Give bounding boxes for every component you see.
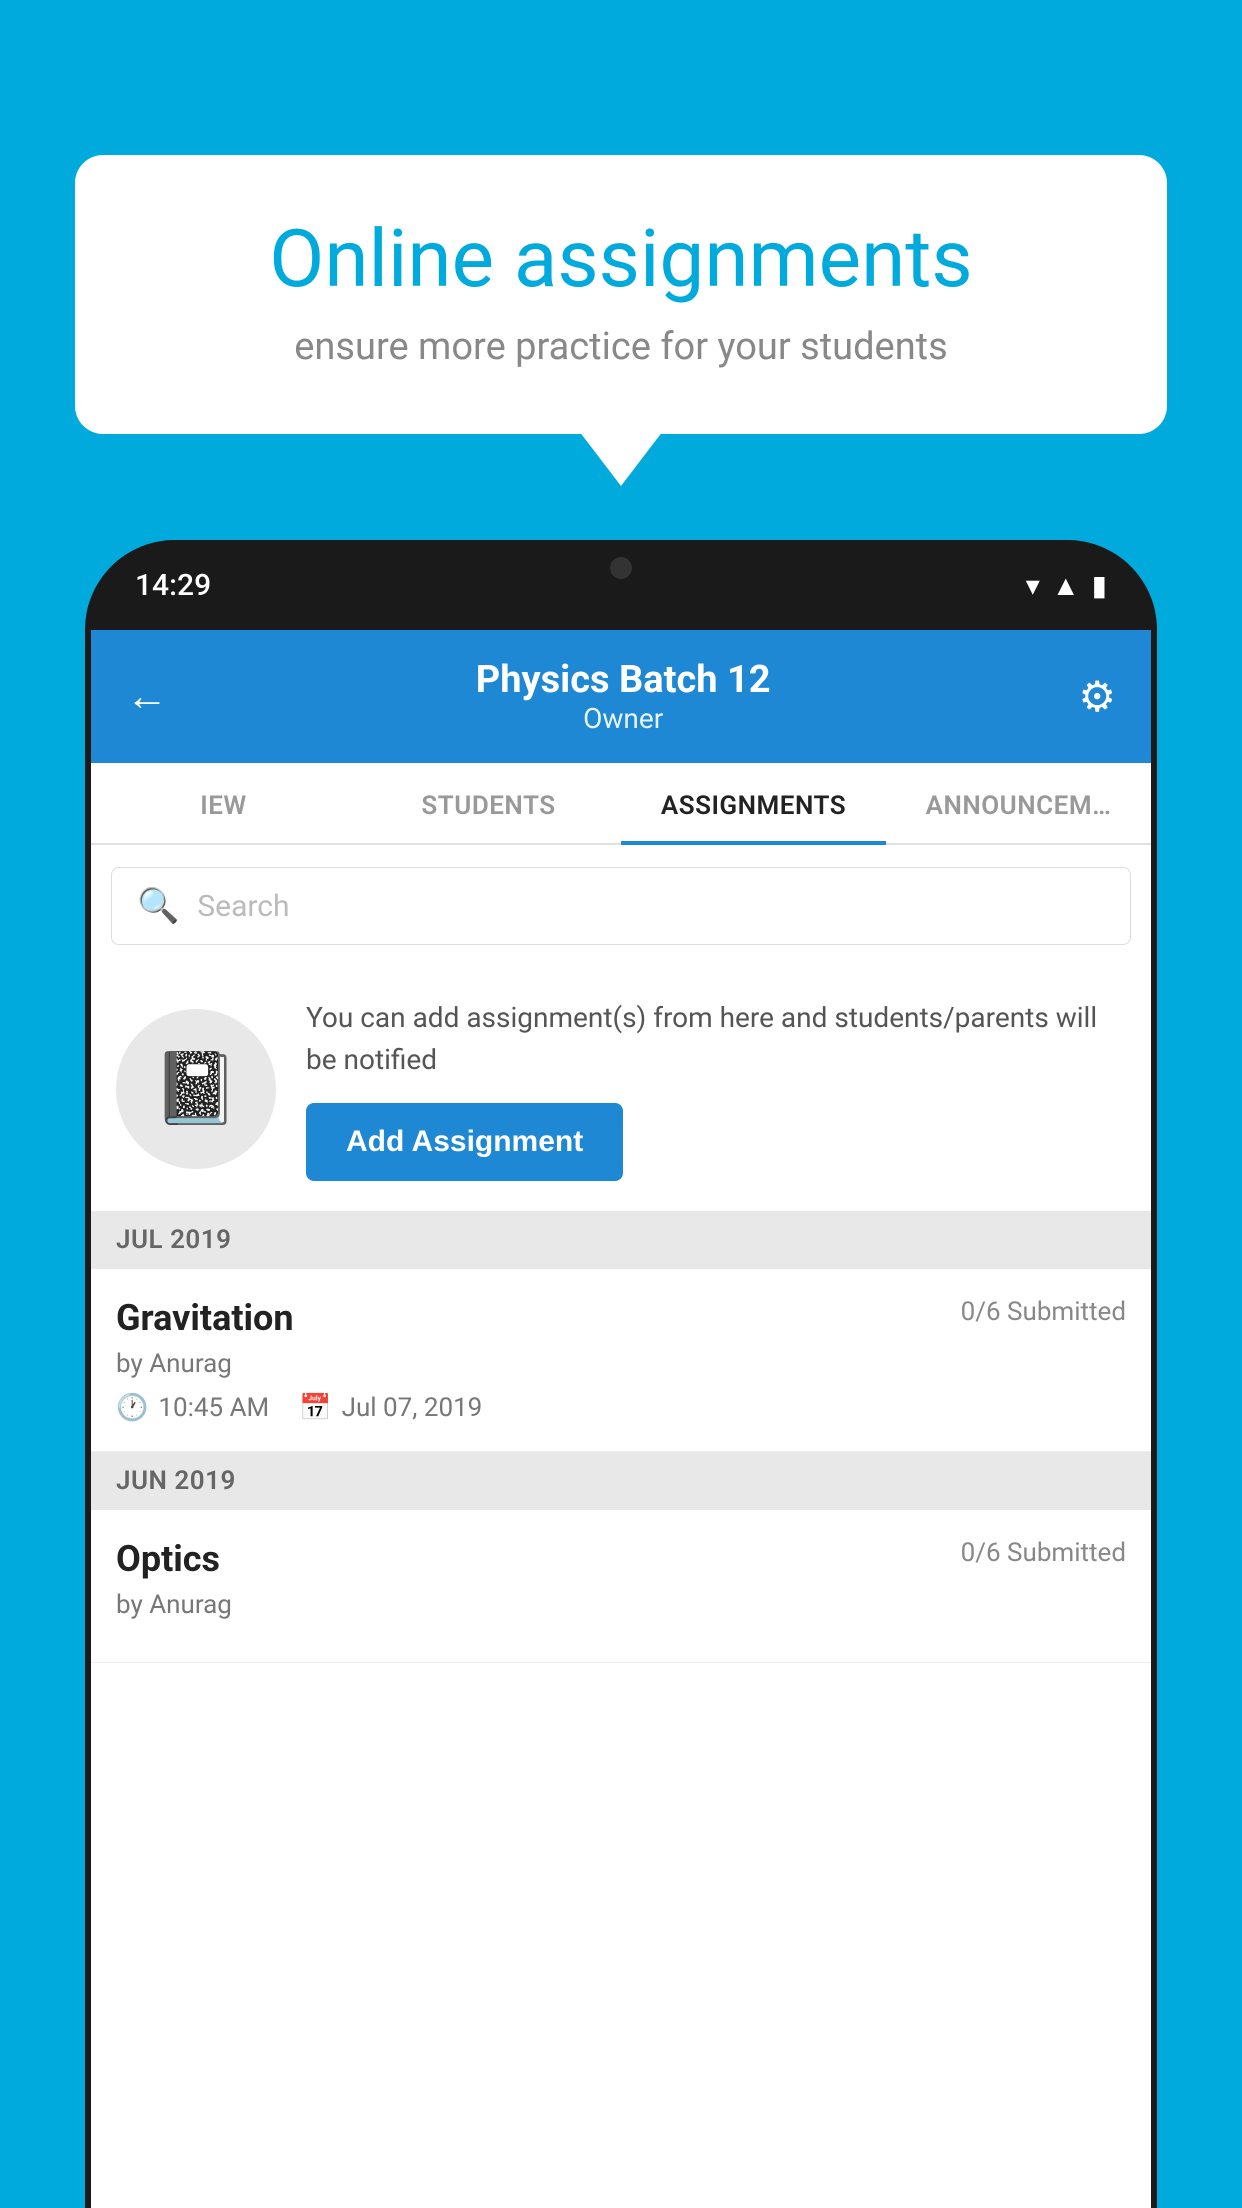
- wifi-icon: ▾: [1026, 569, 1040, 602]
- time-value: 10:45 AM: [158, 1393, 269, 1423]
- phone-frame: 14:29 ▾ ▲ ▮ ← Physics Batch 12 Owner ⚙ I…: [85, 540, 1157, 2208]
- battery-icon: ▮: [1092, 569, 1107, 602]
- search-bar[interactable]: 🔍 Search: [111, 867, 1131, 945]
- promo-description: You can add assignment(s) from here and …: [306, 997, 1126, 1081]
- back-button[interactable]: ←: [126, 672, 168, 721]
- phone-notch: [541, 540, 701, 595]
- status-time: 14:29: [135, 568, 211, 603]
- header-subtitle: Owner: [168, 702, 1078, 735]
- assignment-time: 🕐 10:45 AM: [116, 1393, 269, 1423]
- content-area: 🔍 Search 📓 You can add assignment(s) fro…: [91, 845, 1151, 2208]
- camera-dot: [610, 557, 632, 579]
- add-assignment-button[interactable]: Add Assignment: [306, 1103, 623, 1181]
- header-title-block: Physics Batch 12 Owner: [168, 658, 1078, 735]
- app-screen: ← Physics Batch 12 Owner ⚙ IEW STUDENTS …: [91, 630, 1151, 2208]
- calendar-icon: 📅: [299, 1393, 331, 1423]
- speech-bubble-subtitle: ensure more practice for your students: [145, 325, 1097, 369]
- status-bar: 14:29 ▾ ▲ ▮: [85, 540, 1157, 630]
- submitted-badge: 0/6 Submitted: [961, 1297, 1126, 1327]
- search-icon: 🔍: [137, 886, 179, 926]
- header-title: Physics Batch 12: [168, 658, 1078, 702]
- section-header-jul: JUL 2019: [91, 1211, 1151, 1269]
- tab-iew[interactable]: IEW: [91, 763, 356, 843]
- section-header-jun: JUN 2019: [91, 1452, 1151, 1510]
- assignment-name: Gravitation: [116, 1297, 294, 1339]
- assignment-date: 📅 Jul 07, 2019: [299, 1393, 482, 1423]
- tab-announcements[interactable]: ANNOUNCEM…: [886, 763, 1151, 843]
- clock-icon: 🕐: [116, 1393, 148, 1423]
- tab-students[interactable]: STUDENTS: [356, 763, 621, 843]
- tab-assignments[interactable]: ASSIGNMENTS: [621, 763, 886, 843]
- date-value: Jul 07, 2019: [342, 1393, 483, 1423]
- app-header: ← Physics Batch 12 Owner ⚙: [91, 630, 1151, 763]
- tabs-bar: IEW STUDENTS ASSIGNMENTS ANNOUNCEM…: [91, 763, 1151, 845]
- assignment-top-row: Gravitation 0/6 Submitted: [116, 1297, 1126, 1339]
- assignment-meta: 🕐 10:45 AM 📅 Jul 07, 2019: [116, 1393, 1126, 1423]
- speech-bubble-title: Online assignments: [145, 215, 1097, 303]
- settings-icon[interactable]: ⚙: [1078, 672, 1116, 722]
- search-placeholder: Search: [197, 889, 289, 924]
- notebook-icon: 📓: [152, 1048, 239, 1130]
- assignment-name-optics: Optics: [116, 1538, 220, 1580]
- assignment-by-optics: by Anurag: [116, 1590, 1126, 1620]
- assignment-by: by Anurag: [116, 1349, 1126, 1379]
- promo-right: You can add assignment(s) from here and …: [306, 997, 1126, 1181]
- speech-bubble-card: Online assignments ensure more practice …: [75, 155, 1167, 434]
- promo-section: 📓 You can add assignment(s) from here an…: [91, 967, 1151, 1211]
- promo-icon-circle: 📓: [116, 1009, 276, 1169]
- signal-icon: ▲: [1052, 569, 1080, 602]
- assignment-item-optics[interactable]: Optics 0/6 Submitted by Anurag: [91, 1510, 1151, 1663]
- submitted-badge-optics: 0/6 Submitted: [961, 1538, 1126, 1568]
- assignment-top-row-optics: Optics 0/6 Submitted: [116, 1538, 1126, 1580]
- assignment-item-gravitation[interactable]: Gravitation 0/6 Submitted by Anurag 🕐 10…: [91, 1269, 1151, 1452]
- status-icons: ▾ ▲ ▮: [1026, 569, 1107, 602]
